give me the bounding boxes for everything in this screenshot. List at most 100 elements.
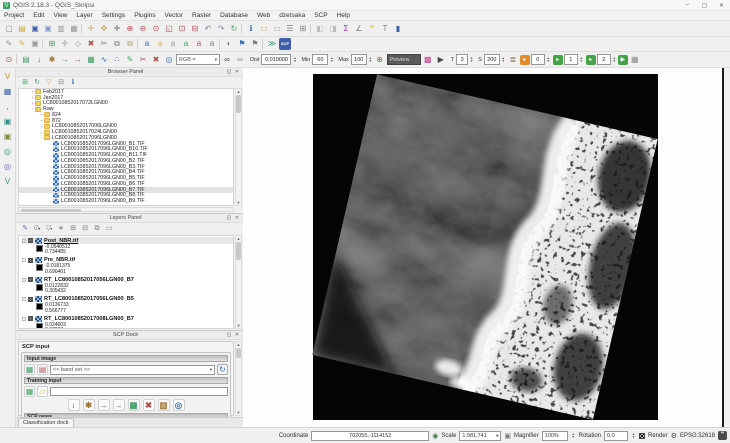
scp-import-signatures-icon[interactable]: →: [59, 54, 71, 66]
scp-scatter-plot-icon[interactable]: ∴: [111, 54, 123, 66]
python-console-icon[interactable]: ≫▾: [266, 38, 278, 50]
copy-features-icon[interactable]: ⧉▾: [111, 38, 123, 50]
rotation-field[interactable]: 0.0: [604, 431, 628, 441]
browser-vscrollbar[interactable]: ▲▼: [235, 88, 242, 206]
filter-legend-icon[interactable]: ▽▾: [44, 224, 54, 234]
extents-icon[interactable]: ◉: [432, 432, 438, 440]
zoom-to-layer-icon[interactable]: ⊟▾: [189, 23, 201, 35]
paste-features-icon[interactable]: ⧉▾: [124, 38, 136, 50]
collapse-all-icon[interactable]: ⊟: [56, 78, 66, 88]
band-set-combo[interactable]: << band set >>▾: [50, 365, 215, 375]
refresh-browser-icon[interactable]: ↻: [32, 78, 42, 88]
scp-bandset-icon[interactable]: ▤: [20, 54, 32, 66]
minimize-button[interactable]: –: [679, 0, 696, 10]
zoom-out-icon[interactable]: ⊖▾: [137, 23, 149, 35]
float-panel-icon[interactable]: ◱: [225, 69, 233, 75]
messages-icon[interactable]: ❞: [718, 431, 727, 440]
current-edits-icon[interactable]: ✎▾: [3, 38, 15, 50]
training-input-field[interactable]: [50, 387, 228, 396]
field-calculator-icon[interactable]: ⊞▾: [297, 23, 309, 35]
t-field[interactable]: 3: [456, 54, 468, 65]
maximize-button[interactable]: ▢: [696, 0, 713, 10]
statistical-summary-icon[interactable]: Σ▾: [340, 23, 352, 35]
scp-zoom-to-roi-icon[interactable]: ◎: [163, 54, 175, 66]
add-raster-layer-icon[interactable]: ▦: [2, 86, 13, 97]
save-layer-edits-icon[interactable]: ▣▾: [29, 38, 41, 50]
scp-add-image-icon[interactable]: ▦: [128, 399, 140, 411]
dist-spinner[interactable]: ▴▾: [292, 57, 297, 63]
layer-expander-icon[interactable]: [22, 317, 26, 321]
move-feature-icon[interactable]: ✛▾: [59, 38, 71, 50]
delete-selected-icon[interactable]: ✖▾: [85, 38, 97, 50]
browser-tree-item[interactable]: LC80010852017096LGN00_B9.TIF: [19, 198, 233, 204]
add-postgis-layer-icon[interactable]: ▣: [2, 116, 13, 127]
menu-layer[interactable]: Layer: [76, 12, 92, 19]
toggle-editing-icon[interactable]: ✎▾: [16, 38, 28, 50]
layer-checkbox[interactable]: [28, 258, 33, 263]
composer-manager-icon[interactable]: ▦▾: [68, 23, 80, 35]
layer-item[interactable]: RT_LC80010852017056LGN00_B5 0.01367330.5…: [19, 296, 233, 315]
new-shapefile-icon[interactable]: V: [2, 176, 13, 187]
labeling-options-icon[interactable]: a▾: [167, 38, 179, 50]
scp-clear-icon[interactable]: ✖: [150, 54, 162, 66]
preview-size-spin[interactable]: ▸ 0 ▴▾: [520, 54, 551, 65]
menu-scp[interactable]: SCP: [314, 12, 327, 19]
preview-zoom-icon[interactable]: ⊕: [374, 54, 386, 66]
scp-download-icon[interactable]: ↓: [68, 399, 80, 411]
bandset-stack-icon[interactable]: ≣: [507, 54, 519, 66]
coordinate-input[interactable]: 702055,-1114152: [311, 431, 429, 441]
menu-project[interactable]: Project: [4, 12, 24, 19]
menu-raster[interactable]: Raster: [192, 12, 211, 19]
min-spinner[interactable]: ▴▾: [329, 57, 334, 63]
menu-help[interactable]: Help: [337, 12, 350, 19]
scp-region-growing-icon[interactable]: ✂: [137, 54, 149, 66]
deselect-features-icon[interactable]: ▭▾: [271, 23, 283, 35]
layer-expander-icon[interactable]: [22, 278, 26, 282]
t-spinner[interactable]: ▴▾: [469, 57, 474, 63]
menu-vector[interactable]: Vector: [165, 12, 183, 19]
s-spinner[interactable]: ▴▾: [501, 57, 506, 63]
identify-features-icon[interactable]: ℹ▾: [245, 23, 257, 35]
open-layer-styling-icon[interactable]: ✎▾: [20, 224, 30, 234]
menu-edit[interactable]: Edit: [33, 12, 44, 19]
layer-diagram-icon[interactable]: a▾: [154, 38, 166, 50]
raster-stretch-icon[interactable]: ◨▾: [327, 23, 339, 35]
rotation-spinner[interactable]: ▴▾: [631, 433, 636, 439]
scp-plugin-icon[interactable]: SCP▾: [279, 38, 291, 50]
layer-extent-icon[interactable]: ◧▾: [314, 23, 326, 35]
new-bookmark-icon[interactable]: ⚑▾: [236, 38, 248, 50]
refresh-bandset-button[interactable]: ↻: [217, 364, 228, 375]
zoom-in-icon[interactable]: ⊕▾: [124, 23, 136, 35]
scp-download-products-icon[interactable]: ↓: [33, 54, 45, 66]
menu-view[interactable]: View: [53, 12, 67, 19]
layers-vscrollbar[interactable]: ▲▼: [235, 235, 242, 329]
add-delimited-text-icon[interactable]: ,: [2, 101, 13, 112]
scp-delete-icon[interactable]: ✖: [143, 399, 155, 411]
add-feature-icon[interactable]: ⊞▾: [46, 38, 58, 50]
magnifier-field[interactable]: 100%: [542, 431, 568, 441]
menu-dzetsaka[interactable]: dzetsaka: [279, 12, 305, 19]
add-group-icon[interactable]: ⧉▾: [92, 224, 102, 234]
max-spinner[interactable]: ▴▾: [368, 57, 373, 63]
manage-visibility-icon[interactable]: ⊙▾: [32, 224, 42, 234]
layer-expander-icon[interactable]: [22, 239, 26, 243]
help-contents-icon[interactable]: ▮▾: [392, 23, 404, 35]
layer-expander-icon[interactable]: [22, 258, 26, 262]
dist-field[interactable]: 0.010000: [261, 54, 291, 65]
close-panel-icon[interactable]: ✕: [233, 215, 241, 221]
filter-expression-icon[interactable]: ∗▾: [56, 224, 66, 234]
menu-database[interactable]: Database: [220, 12, 248, 19]
preview-pointer-icon[interactable]: ▶: [435, 54, 447, 66]
scp-vscrollbar[interactable]: ▲▼: [235, 341, 242, 416]
stddev-stretch-icon[interactable]: ∞: [234, 54, 246, 66]
layer-expander-icon[interactable]: [22, 297, 26, 301]
scp-roi-pencil-icon[interactable]: ✎: [124, 54, 136, 66]
cumulative-stretch-icon[interactable]: ∞: [221, 54, 233, 66]
max-field[interactable]: 100: [351, 54, 367, 65]
layer-labeling-icon[interactable]: a▾: [141, 38, 153, 50]
save-project-as-icon[interactable]: ▣▾: [42, 23, 54, 35]
map-canvas[interactable]: [243, 68, 722, 427]
roi-min-size-spin[interactable]: ▸ 1 ▴▾: [553, 54, 584, 65]
layer-checkbox[interactable]: [28, 316, 33, 321]
preview-combo[interactable]: Preview: [387, 54, 421, 65]
